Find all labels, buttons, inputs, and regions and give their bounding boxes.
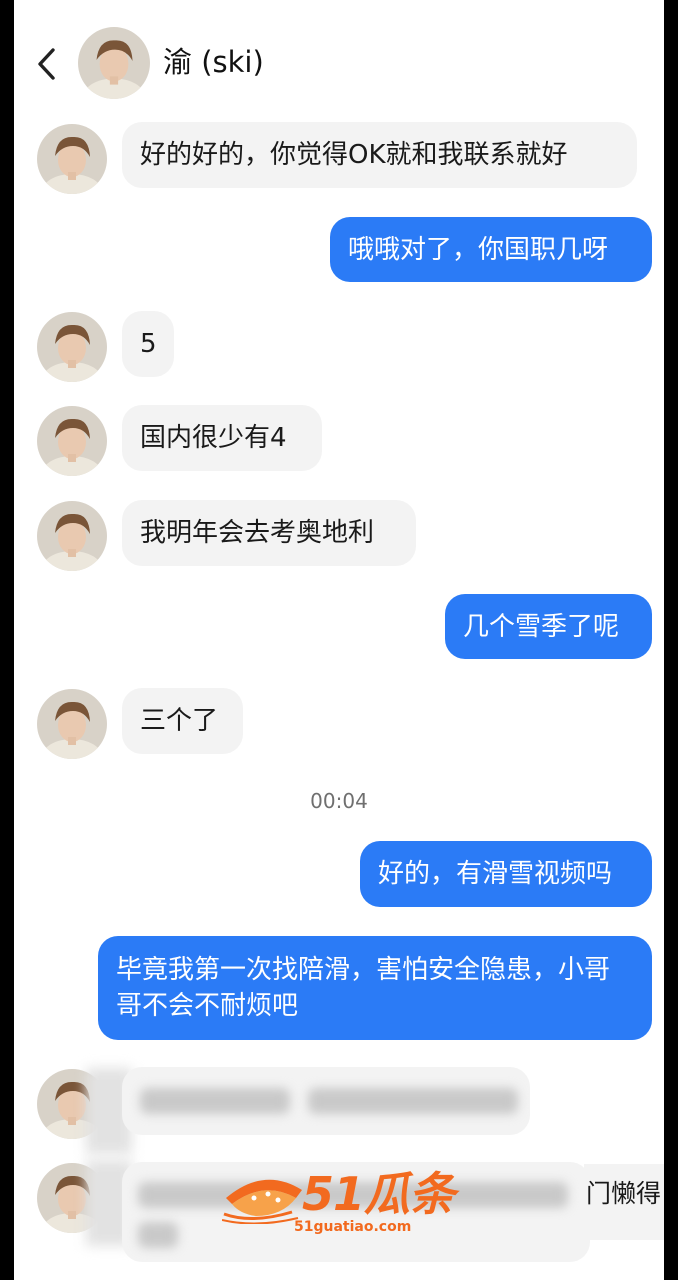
message-bubble-outgoing[interactable]: 好的，有滑雪视频吗 [360,841,652,907]
blurred-message-bubble [122,1067,530,1135]
message-bubble-incoming[interactable]: 我明年会去考奥地利 [122,500,416,566]
message-bubble-incoming[interactable]: 三个了 [122,688,243,754]
watermark-brand: 51瓜条 [302,1167,455,1221]
back-icon[interactable] [32,44,62,84]
message-bubble-incoming[interactable]: 国内很少有4 [122,405,322,471]
avatar[interactable] [37,501,107,571]
message-bubble-incoming[interactable]: 好的好的，你觉得OK就和我联系就好 [122,122,637,188]
message-bubble-outgoing[interactable]: 毕竟我第一次找陪滑，害怕安全隐患，小哥哥不会不耐烦吧 [98,936,652,1040]
avatar[interactable] [37,124,107,194]
contact-name: 渝 (ski) [163,45,264,79]
chat-header: 渝 (ski) [0,0,678,118]
contact-avatar[interactable] [78,27,150,99]
avatar[interactable] [37,312,107,382]
partial-message-text: 门懒得 [586,1179,662,1208]
message-bubble-incoming[interactable]: 5 [122,311,174,377]
message-bubble-outgoing[interactable]: 几个雪季了呢 [445,594,652,659]
watermelon-logo-icon [222,1179,302,1224]
watermark-domain: 51guatiao.com [294,1219,412,1235]
message-bubble-outgoing[interactable]: 哦哦对了，你国职几呀 [330,217,652,282]
screen-edge-left [0,0,14,1280]
avatar[interactable] [37,689,107,759]
screen-edge-right [664,0,678,1280]
message-timestamp: 00:04 [310,789,368,813]
watermark: 51瓜条 51guatiao.com [222,1166,458,1244]
avatar[interactable] [37,406,107,476]
